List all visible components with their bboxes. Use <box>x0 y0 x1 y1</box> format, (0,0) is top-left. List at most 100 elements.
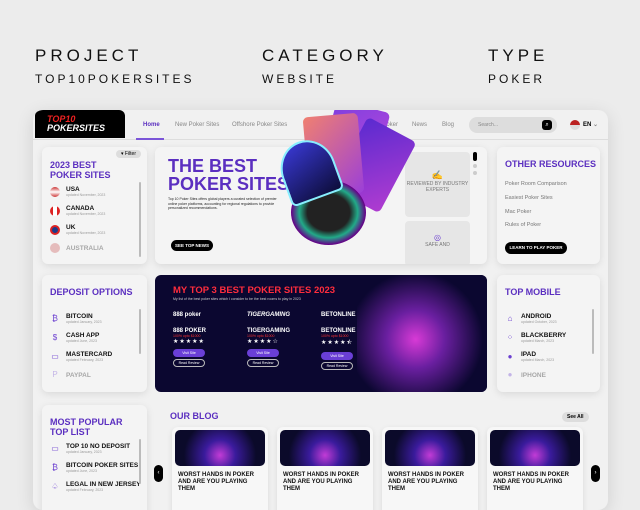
read-review-button[interactable]: Read Review <box>247 359 279 367</box>
other-resources-title: OTHER RESOURCES <box>505 159 597 169</box>
usa-flag-icon <box>50 186 60 197</box>
android-icon: ⌂ <box>507 313 513 323</box>
scrollbar[interactable] <box>139 182 141 257</box>
top3-subtitle: My list of the best poker sites which I … <box>173 297 301 301</box>
list-item[interactable]: ⁘ BLACKBERRY updated March, 2023 <box>505 332 567 343</box>
learn-to-play-button[interactable]: LEARN TO PLAY POKER <box>505 242 567 254</box>
resource-link[interactable]: Poker Room Comparison <box>505 181 567 187</box>
most-popular-title: MOST POPULAR TOP LIST <box>50 417 123 437</box>
list-item[interactable]: ♤ LEGAL IN NEW JERSEY updated February, 20… <box>50 481 140 492</box>
blog-card[interactable]: WORST HANDS IN POKER AND ARE YOU PLAYING… <box>487 427 583 510</box>
nav-active-indicator <box>136 138 164 140</box>
filter-button[interactable]: ▾ Filter <box>115 150 141 158</box>
blog-image <box>175 430 265 466</box>
list-item[interactable]: USA updated November, 2023 <box>50 186 105 197</box>
item-updated: updated November, 2023 <box>66 212 106 216</box>
category-value: WEBSITE <box>262 72 338 86</box>
chevron-left-icon[interactable]: ‹ <box>154 465 163 482</box>
list-item[interactable]: ▭ TOP 10 NO DEPOSIT updated January, 2023 <box>50 443 130 454</box>
blog-image <box>280 430 370 466</box>
carousel-dot[interactable] <box>473 164 477 168</box>
category-label: CATEGORY <box>262 46 388 65</box>
scrollbar[interactable] <box>139 439 141 484</box>
list-item[interactable]: AUSTRALIA <box>50 243 104 253</box>
top3-title: MY TOP 3 BEST POKER SITES 2023 <box>173 285 336 296</box>
carousel-dot-active[interactable] <box>473 152 477 161</box>
resource-link[interactable]: Mac Poker <box>505 209 531 215</box>
blog-post-title: WORST HANDS IN POKER AND ARE YOU PLAYING… <box>178 472 255 492</box>
blog-card[interactable]: WORST HANDS IN POKER AND ARE YOU PLAYING… <box>382 427 478 510</box>
chevron-right-icon[interactable]: › <box>591 465 600 482</box>
visit-site-button[interactable]: Visit Site <box>173 349 205 357</box>
project-value: TOP10POKERSITES <box>35 72 195 86</box>
blog-image <box>385 430 475 466</box>
list-item[interactable]: P PAYPAL <box>50 370 90 380</box>
list-item[interactable]: UK updated November, 2023 <box>50 224 105 235</box>
blog-post-title: WORST HANDS IN POKER AND ARE YOU PLAYING… <box>493 472 570 492</box>
list-item[interactable]: ₿ BITCOIN POKER SITES updated June, 2023 <box>50 462 138 473</box>
search-placeholder: Search... <box>478 122 499 128</box>
operator-tigergaming: TIGERGAMING TIGERGAMING 100% upto $1000 ★★★… <box>247 312 290 367</box>
spade-icon: ♤ <box>51 481 59 491</box>
list-item[interactable]: ⌂ ANDROID updated October, 2023 <box>505 313 557 324</box>
blog-card[interactable]: WORST HANDS IN POKER AND ARE YOU PLAYING… <box>172 427 268 510</box>
top-mobile-card: TOP MOBILE ⌂ ANDROID updated October, 2023… <box>497 275 600 392</box>
resource-link[interactable]: Easiest Poker Sites <box>505 195 553 201</box>
type-label: TYPE <box>488 46 549 65</box>
read-review-button[interactable]: Read Review <box>173 359 205 367</box>
item-name: UK <box>66 224 76 231</box>
top-mobile-title: TOP MOBILE <box>505 287 561 297</box>
australia-flag-icon <box>50 243 60 253</box>
list-item[interactable]: ₿ BITCOIN updated January, 2023 <box>50 313 102 324</box>
other-resources-card: OTHER RESOURCES Poker Room Comparison Ea… <box>497 147 600 264</box>
deposit-options-card: DEPOSIT OPTIONS ₿ BITCOIN updated January,… <box>42 275 147 392</box>
list-item[interactable]: ● IPHONE <box>505 370 546 380</box>
scrollbar[interactable] <box>592 309 594 354</box>
list-item[interactable]: ▭ MASTERCARD updated February, 2023 <box>50 351 112 362</box>
visit-site-button[interactable]: Visit Site <box>247 349 279 357</box>
list-item[interactable]: ● IPAD updated March, 2023 <box>505 351 555 362</box>
carousel-dot[interactable] <box>473 171 477 175</box>
best-sites-title: 2023 BEST POKER SITES <box>50 160 111 180</box>
item-updated: updated November, 2023 <box>66 231 106 235</box>
best-sites-card: ▾ Filter 2023 BEST POKER SITES USA update… <box>42 147 147 264</box>
deposit-title: DEPOSIT OPTIONS <box>50 287 133 297</box>
item-name: AUSTRALIA <box>66 244 104 252</box>
site-logo[interactable]: TOP10 POKERSITES <box>35 110 125 138</box>
see-top-news-button[interactable]: SEE TOP NEWS <box>171 240 213 251</box>
website-mockup: TOP10 POKERSITES Home New Poker Sites Off… <box>33 110 608 510</box>
poker-cards-artwork <box>271 110 421 250</box>
nav-blog[interactable]: Blog <box>442 122 454 128</box>
nav-home[interactable]: Home <box>143 122 160 128</box>
list-item[interactable]: CANADA updated November, 2023 <box>50 205 105 216</box>
language-code: EN <box>583 122 592 128</box>
blog-image <box>490 430 580 466</box>
item-updated: updated November, 2023 <box>66 193 106 197</box>
nav-new-poker-sites[interactable]: New Poker Sites <box>175 122 219 128</box>
hero-description: Top 10 Poker Sites offers global players… <box>168 197 277 210</box>
type-value: POKER <box>488 72 546 86</box>
credit-card-icon: ▭ <box>51 351 59 361</box>
top3-banner: MY TOP 3 BEST POKER SITES 2023 My list o… <box>155 275 487 392</box>
search-icon[interactable]: ⌕ <box>542 120 552 130</box>
bitcoin-icon: ₿ <box>52 313 58 323</box>
see-all-button[interactable]: See All <box>562 412 589 422</box>
logo-bottom: POKERSITES <box>47 123 106 133</box>
uk-flag-icon <box>50 224 60 235</box>
resource-link[interactable]: Rules of Poker <box>505 222 541 228</box>
blog-post-title: WORST HANDS IN POKER AND ARE YOU PLAYING… <box>283 472 360 492</box>
blog-post-title: WORST HANDS IN POKER AND ARE YOU PLAYING… <box>388 472 465 492</box>
language-selector[interactable]: EN ⌄ <box>583 121 598 128</box>
scrollbar[interactable] <box>139 309 141 354</box>
project-label: PROJECT <box>35 46 143 65</box>
search-input[interactable]: Search... ⌕ <box>469 117 557 133</box>
list-item[interactable]: $ CASH APP updated June, 2023 <box>50 332 100 343</box>
read-review-button[interactable]: Read Review <box>321 362 353 370</box>
most-popular-card: MOST POPULAR TOP LIST ▭ TOP 10 NO DEPOSIT… <box>42 405 147 510</box>
paypal-icon: P <box>52 370 58 379</box>
card-icon: ▭ <box>51 443 59 453</box>
us-flag-icon[interactable] <box>570 120 580 130</box>
visit-site-button[interactable]: Visit Site <box>321 352 353 360</box>
blog-card[interactable]: WORST HANDS IN POKER AND ARE YOU PLAYING… <box>277 427 373 510</box>
operator-betonline: BETONLINE BETONLINE 100% upto $1000 ★★★★⯪ Vi… <box>321 312 356 370</box>
